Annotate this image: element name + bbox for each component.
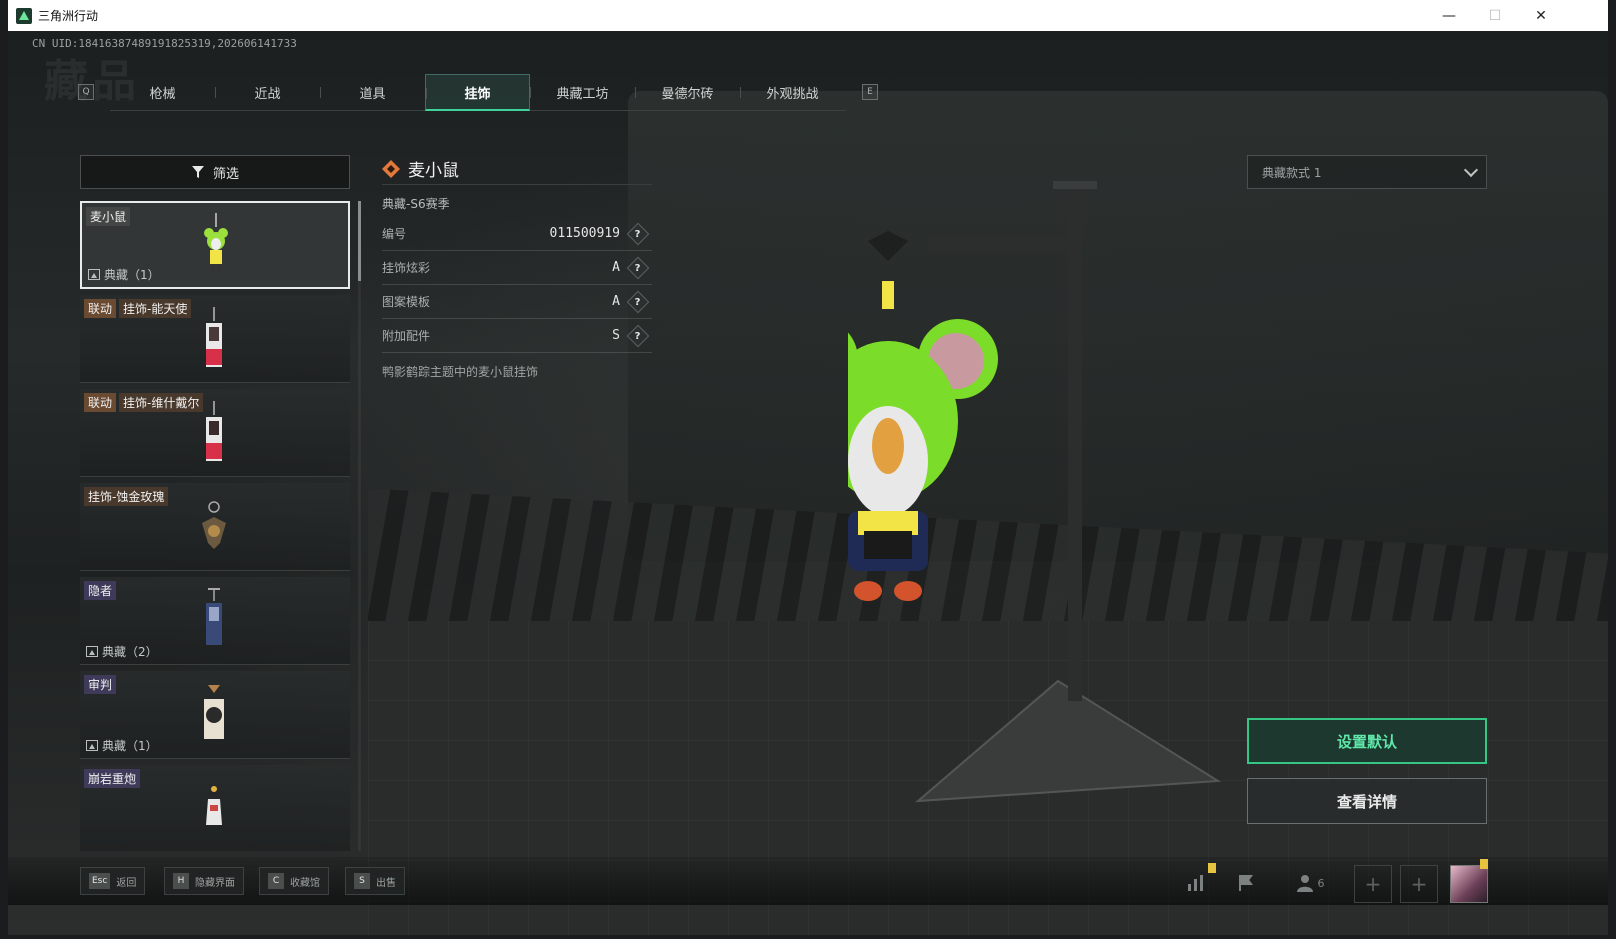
uid-text: CN UID:18416387489191825319,202606141733 bbox=[32, 37, 297, 50]
bottom-bar: Esc 返回 H 隐藏界面 C 收藏馆 S 出售 6 + + bbox=[8, 857, 1608, 905]
view-detail-button[interactable]: 查看详情 bbox=[1247, 778, 1487, 824]
tab-props[interactable]: 道具 bbox=[320, 74, 425, 111]
detail-panel: 麦小鼠 典藏-S6赛季 编号 011500919 ? 挂饰炫彩 A ? 图案模板… bbox=[382, 153, 652, 380]
description: 鸭影鹤踪主题中的麦小鼠挂饰 bbox=[382, 365, 539, 379]
tab-next-key[interactable]: E bbox=[862, 84, 878, 100]
item-name: 麦小鼠 bbox=[86, 207, 131, 226]
team-slot-1[interactable]: + bbox=[1354, 865, 1392, 903]
close-button[interactable]: ✕ bbox=[1518, 0, 1564, 31]
list-item[interactable]: 审判 典藏（1） bbox=[80, 671, 350, 759]
judgment-charm-thumb bbox=[204, 685, 224, 739]
friends-icon[interactable]: 6 bbox=[1286, 869, 1334, 897]
item-name: 挂饰-能天使 bbox=[119, 299, 192, 318]
museum-hotkey[interactable]: C 收藏馆 bbox=[259, 867, 329, 895]
minimize-button[interactable]: — bbox=[1426, 0, 1472, 31]
item-tag: 挂饰-蚀金玫瑰 bbox=[84, 487, 169, 506]
item-tag: 隐者 bbox=[84, 581, 117, 600]
item-name: 挂饰-维什戴尔 bbox=[119, 393, 204, 412]
hermit-charm-thumb bbox=[206, 588, 222, 645]
game-window: 三角洲行动 — ☐ ✕ 藏品 CN UID:184163874891918253… bbox=[8, 0, 1608, 935]
sell-hotkey[interactable]: S 出售 bbox=[345, 867, 405, 895]
gold-rose-charm-thumb bbox=[202, 501, 226, 549]
list-item[interactable]: 隐者 典藏（2） bbox=[80, 577, 350, 665]
color-row: 挂饰炫彩 A ? bbox=[382, 251, 652, 285]
team-slot-2[interactable]: + bbox=[1400, 865, 1438, 903]
accessory-row: 附加配件 S ? bbox=[382, 319, 652, 353]
item-name: 挂饰-蚀金玫瑰 bbox=[84, 487, 169, 506]
title-bar: 三角洲行动 — ☐ ✕ bbox=[8, 0, 1608, 31]
tab-workshop[interactable]: 典藏工坊 bbox=[530, 74, 635, 111]
list-item[interactable]: 崩岩重炮 bbox=[80, 765, 350, 851]
charm-list: 麦小鼠 典藏（1） 联动 挂饰-能天使 联动 挂饰-维什戴尔 挂饰-蚀金玫瑰 隐… bbox=[80, 201, 350, 851]
tab-mandel-brick[interactable]: 曼德尔砖 bbox=[635, 74, 740, 111]
avatar[interactable] bbox=[1450, 865, 1488, 903]
mouse-charm-thumb bbox=[204, 213, 228, 272]
avatar-badge bbox=[1480, 859, 1488, 869]
item-tag: 审判 bbox=[84, 675, 117, 694]
collect-count: 典藏（1） bbox=[88, 266, 160, 283]
list-item[interactable]: 联动 挂饰-维什戴尔 bbox=[80, 389, 350, 477]
charm-display-stand[interactable] bbox=[848, 181, 1248, 841]
set-default-button[interactable]: 设置默认 bbox=[1247, 718, 1487, 764]
help-icon[interactable]: ? bbox=[626, 324, 650, 347]
item-tag: 联动 挂饰-能天使 bbox=[84, 299, 192, 318]
tab-prev-key[interactable]: Q bbox=[78, 84, 94, 100]
tab-challenge[interactable]: 外观挑战 bbox=[740, 74, 845, 111]
tab-guns[interactable]: 枪械 bbox=[110, 74, 215, 111]
wisadel-charm-thumb bbox=[206, 401, 222, 461]
item-name: 审判 bbox=[84, 675, 117, 694]
stats-icon[interactable] bbox=[1182, 869, 1210, 897]
item-tag: 崩岩重炮 bbox=[84, 769, 141, 788]
collection-scene: 藏品 CN UID:18416387489191825319,202606141… bbox=[8, 31, 1608, 935]
category-tabs: 枪械 近战 道具 挂饰 典藏工坊 曼德尔砖 外观挑战 bbox=[110, 74, 846, 111]
pattern-row: 图案模板 A ? bbox=[382, 285, 652, 319]
filter-icon bbox=[191, 166, 204, 178]
help-icon[interactable]: ? bbox=[626, 222, 650, 245]
detail-name: 麦小鼠 bbox=[408, 161, 459, 181]
scrollbar-thumb[interactable] bbox=[358, 201, 361, 281]
exusiai-charm-thumb bbox=[206, 307, 222, 367]
delta-logo-icon bbox=[16, 7, 32, 24]
filter-button[interactable]: 筛选 bbox=[80, 155, 350, 189]
collection-icon bbox=[86, 740, 98, 751]
style-dropdown-value: 典藏款式 1 bbox=[1262, 165, 1322, 180]
list-item[interactable]: 麦小鼠 典藏（1） bbox=[80, 201, 350, 289]
detail-title: 麦小鼠 bbox=[382, 153, 652, 185]
maximize-button[interactable]: ☐ bbox=[1472, 0, 1518, 31]
item-tag: 联动 挂饰-维什戴尔 bbox=[84, 393, 204, 412]
tab-melee[interactable]: 近战 bbox=[215, 74, 320, 111]
rock-cannon-charm-thumb bbox=[206, 786, 222, 825]
list-item[interactable]: 挂饰-蚀金玫瑰 bbox=[80, 483, 350, 571]
chevron-down-icon bbox=[1463, 162, 1479, 178]
collab-badge: 联动 bbox=[84, 393, 117, 412]
notification-badge bbox=[1208, 863, 1216, 873]
list-item[interactable]: 联动 挂饰-能天使 bbox=[80, 295, 350, 383]
collab-badge: 联动 bbox=[84, 299, 117, 318]
list-scrollbar[interactable] bbox=[358, 201, 361, 851]
style-dropdown[interactable]: 典藏款式 1 bbox=[1247, 155, 1487, 189]
back-hotkey[interactable]: Esc 返回 bbox=[80, 867, 146, 895]
help-icon[interactable]: ? bbox=[626, 256, 650, 279]
item-name: 崩岩重炮 bbox=[84, 769, 141, 788]
window-title: 三角洲行动 bbox=[38, 9, 99, 23]
rarity-diamond-icon bbox=[382, 159, 400, 178]
collect-count: 典藏（1） bbox=[86, 737, 158, 754]
item-name: 隐者 bbox=[84, 581, 117, 600]
hide-ui-hotkey[interactable]: H 隐藏界面 bbox=[164, 867, 244, 895]
filter-label: 筛选 bbox=[212, 166, 239, 182]
season-label: 典藏-S6赛季 bbox=[382, 197, 450, 211]
help-icon[interactable]: ? bbox=[626, 290, 650, 313]
item-tag: 麦小鼠 bbox=[86, 207, 131, 226]
friends-count: 6 bbox=[1317, 876, 1325, 890]
collection-icon bbox=[88, 269, 100, 280]
tab-charms[interactable]: 挂饰 bbox=[425, 74, 530, 111]
collect-count: 典藏（2） bbox=[86, 643, 158, 660]
collection-icon bbox=[86, 646, 98, 657]
flag-icon[interactable] bbox=[1232, 869, 1260, 897]
serial-row: 编号 011500919 ? bbox=[382, 217, 652, 251]
